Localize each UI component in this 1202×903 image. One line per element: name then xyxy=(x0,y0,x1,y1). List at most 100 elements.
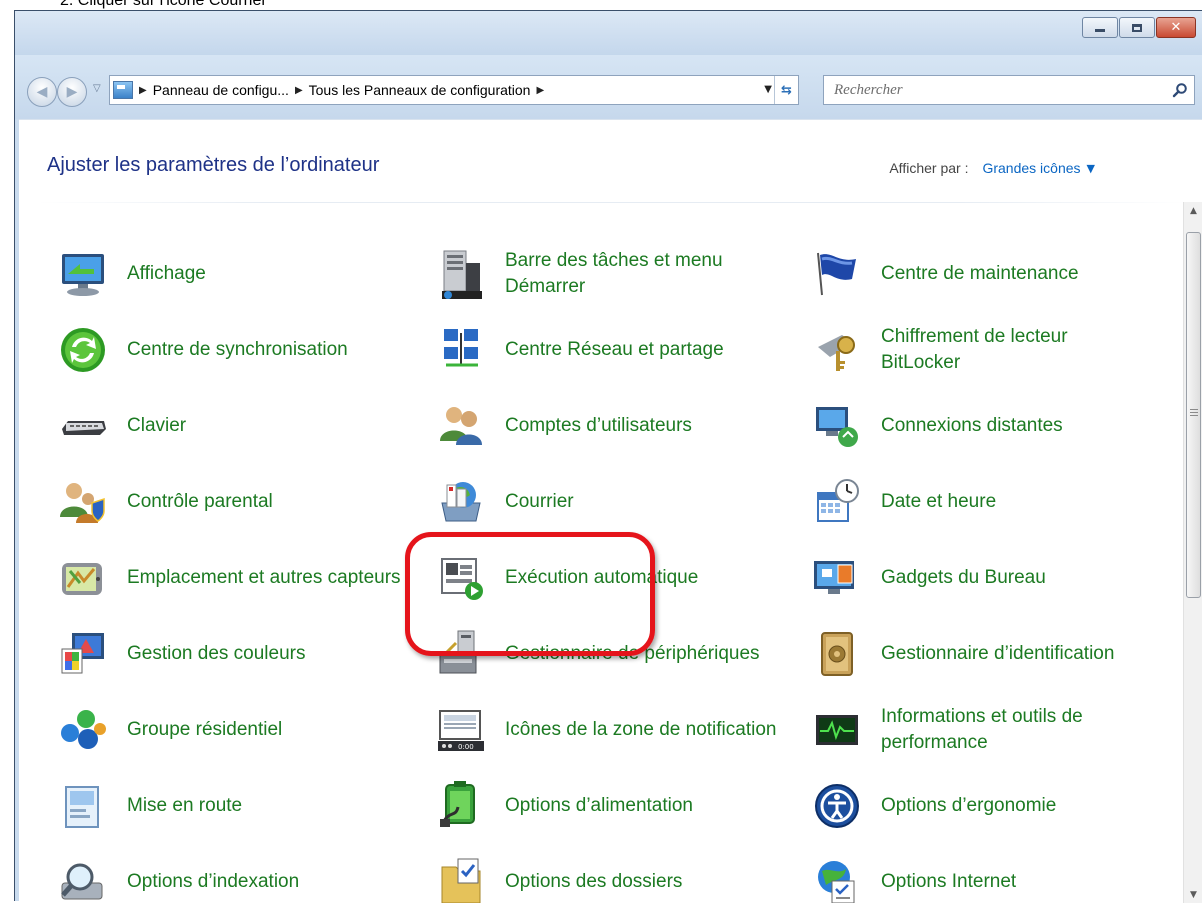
scroll-thumb[interactable] xyxy=(1186,232,1201,598)
indexing-icon xyxy=(57,856,109,903)
parental-control-icon xyxy=(57,476,109,528)
chevron-down-icon[interactable]: ▼ xyxy=(1087,162,1095,175)
window-controls: ✕ xyxy=(1081,17,1196,38)
item-options-internet[interactable]: Options Internet xyxy=(811,852,1016,903)
minimize-icon xyxy=(1095,29,1105,32)
breadcrumb-all-items[interactable]: Tous les Panneaux de configuration xyxy=(309,82,531,98)
item-centre-reseau[interactable]: Centre Réseau et partage xyxy=(435,320,724,380)
item-courrier[interactable]: Courrier xyxy=(435,472,574,532)
ease-of-access-icon xyxy=(811,780,863,832)
chevron-right-icon[interactable]: ▶ xyxy=(139,85,147,96)
content-pane: Ajuster les paramètres de l’ordinateur A… xyxy=(19,119,1202,903)
item-label: Gestionnaire d’identification xyxy=(881,643,1115,664)
color-management-icon xyxy=(57,628,109,680)
control-panel-window: ✕ ◀ ▶ ▽ ▶ Panneau de configu... ▶ Tous l… xyxy=(14,10,1202,903)
keyboard-icon xyxy=(57,400,109,452)
refresh-button[interactable]: ⇆ xyxy=(774,76,798,104)
item-label: Date et heure xyxy=(881,491,997,512)
maximize-button[interactable] xyxy=(1119,17,1155,38)
chevron-right-icon[interactable]: ▶ xyxy=(536,85,544,96)
back-button[interactable]: ◀ xyxy=(27,77,57,107)
item-controle-parental[interactable]: Contrôle parental xyxy=(57,472,273,532)
item-mise-en-route[interactable]: Mise en route xyxy=(57,776,242,836)
item-options-dossiers[interactable]: Options des dossiers xyxy=(435,852,682,903)
recent-pages-dropdown[interactable]: ▽ xyxy=(93,83,101,94)
chevron-down-icon: ▼ xyxy=(1190,889,1197,900)
item-label: Emplacement et autres capteurs xyxy=(127,567,401,588)
item-gestionnaire-identification[interactable]: Gestionnaire d’identification xyxy=(811,624,1114,684)
item-gestion-des-couleurs[interactable]: Gestion des couleurs xyxy=(57,624,306,684)
svg-text:0:00: 0:00 xyxy=(458,743,474,751)
view-by: Afficher par : Grandes icônes ▼ xyxy=(889,160,1095,176)
item-label: Clavier xyxy=(127,415,187,436)
item-label: Connexions distantes xyxy=(881,415,1063,436)
item-options-alimentation[interactable]: Options d’alimentation xyxy=(435,776,693,836)
credential-vault-icon xyxy=(811,628,863,680)
item-clavier[interactable]: Clavier xyxy=(57,396,186,456)
minimize-button[interactable] xyxy=(1082,17,1118,38)
caption-strip: 2. Cliquer sur l'icône Courrier xyxy=(0,0,1202,10)
item-date-et-heure[interactable]: Date et heure xyxy=(811,472,996,532)
users-icon xyxy=(435,400,487,452)
search-input[interactable] xyxy=(824,76,1144,104)
back-arrow-icon: ◀ xyxy=(36,84,48,100)
item-options-ergonomie[interactable]: Options d’ergonomie xyxy=(811,776,1056,836)
mail-icon xyxy=(435,476,487,528)
navigation-bar: ◀ ▶ ▽ ▶ Panneau de configu... ▶ Tous les… xyxy=(15,55,1202,119)
flag-icon xyxy=(811,248,863,300)
item-label: Chiffrement de lecteur BitLocker xyxy=(881,326,1068,373)
courrier-highlight-circle xyxy=(405,532,655,656)
item-barre-des-taches[interactable]: Barre des tâches et menu Démarrer xyxy=(435,244,785,304)
item-centre-de-maintenance[interactable]: Centre de maintenance xyxy=(811,244,1079,304)
item-emplacement-capteurs[interactable]: Emplacement et autres capteurs xyxy=(57,548,407,608)
item-label: Centre Réseau et partage xyxy=(505,339,724,360)
item-groupe-residentiel[interactable]: Groupe résidentiel xyxy=(57,700,282,760)
scroll-up-button[interactable]: ▲ xyxy=(1184,202,1202,219)
item-bitlocker[interactable]: Chiffrement de lecteur BitLocker xyxy=(811,320,1141,380)
item-label: Gestion des couleurs xyxy=(127,643,306,664)
chevron-up-icon: ▲ xyxy=(1190,205,1197,216)
item-gadgets-du-bureau[interactable]: Gadgets du Bureau xyxy=(811,548,1046,608)
internet-options-icon xyxy=(811,856,863,903)
item-affichage[interactable]: Affichage xyxy=(57,244,206,304)
remote-connection-icon xyxy=(811,400,863,452)
breadcrumb-control-panel[interactable]: Panneau de configu... xyxy=(153,82,289,98)
page-title: Ajuster les paramètres de l’ordinateur xyxy=(47,154,380,176)
gadgets-icon xyxy=(811,552,863,604)
item-label: Options d’indexation xyxy=(127,871,300,892)
item-label: Mise en route xyxy=(127,795,243,816)
display-icon xyxy=(57,248,109,300)
item-label: Options Internet xyxy=(881,871,1017,892)
item-label: Gadgets du Bureau xyxy=(881,567,1046,588)
close-button[interactable]: ✕ xyxy=(1156,17,1196,38)
performance-icon xyxy=(811,704,863,756)
item-label: Informations et outils de performance xyxy=(881,706,1083,753)
item-icones-zone-notification[interactable]: 0:00 Icônes de la zone de notification xyxy=(435,700,776,760)
item-label: Contrôle parental xyxy=(127,491,273,512)
close-icon: ✕ xyxy=(1170,20,1182,35)
homegroup-icon xyxy=(57,704,109,756)
chevron-right-icon[interactable]: ▶ xyxy=(295,85,303,96)
scroll-down-button[interactable]: ▼ xyxy=(1184,886,1202,903)
item-label: Centre de maintenance xyxy=(881,263,1079,284)
item-connexions-distantes[interactable]: Connexions distantes xyxy=(811,396,1063,456)
title-bar: ✕ xyxy=(15,11,1202,55)
address-history-dropdown[interactable]: ▼ xyxy=(764,84,772,95)
item-comptes-utilisateurs[interactable]: Comptes d’utilisateurs xyxy=(435,396,692,456)
item-label: Affichage xyxy=(127,263,206,284)
view-by-dropdown[interactable]: Grandes icônes xyxy=(982,160,1080,176)
address-bar[interactable]: ▶ Panneau de configu... ▶ Tous les Panne… xyxy=(109,75,799,105)
vertical-scrollbar[interactable]: ▲ ▼ xyxy=(1183,202,1202,903)
search-box[interactable] xyxy=(823,75,1195,105)
item-label: Options des dossiers xyxy=(505,871,683,892)
location-sensor-icon xyxy=(57,552,109,604)
item-centre-de-synchronisation[interactable]: Centre de synchronisation xyxy=(57,320,348,380)
item-label: Comptes d’utilisateurs xyxy=(505,415,692,436)
item-options-indexation[interactable]: Options d’indexation xyxy=(57,852,299,903)
maximize-icon xyxy=(1132,23,1142,32)
item-informations-performance[interactable]: Informations et outils de performance xyxy=(811,700,1141,760)
search-icon[interactable] xyxy=(1172,82,1188,98)
forward-button[interactable]: ▶ xyxy=(57,77,87,107)
item-label: Options d’alimentation xyxy=(505,795,693,816)
item-label: Barre des tâches et menu Démarrer xyxy=(505,250,723,297)
